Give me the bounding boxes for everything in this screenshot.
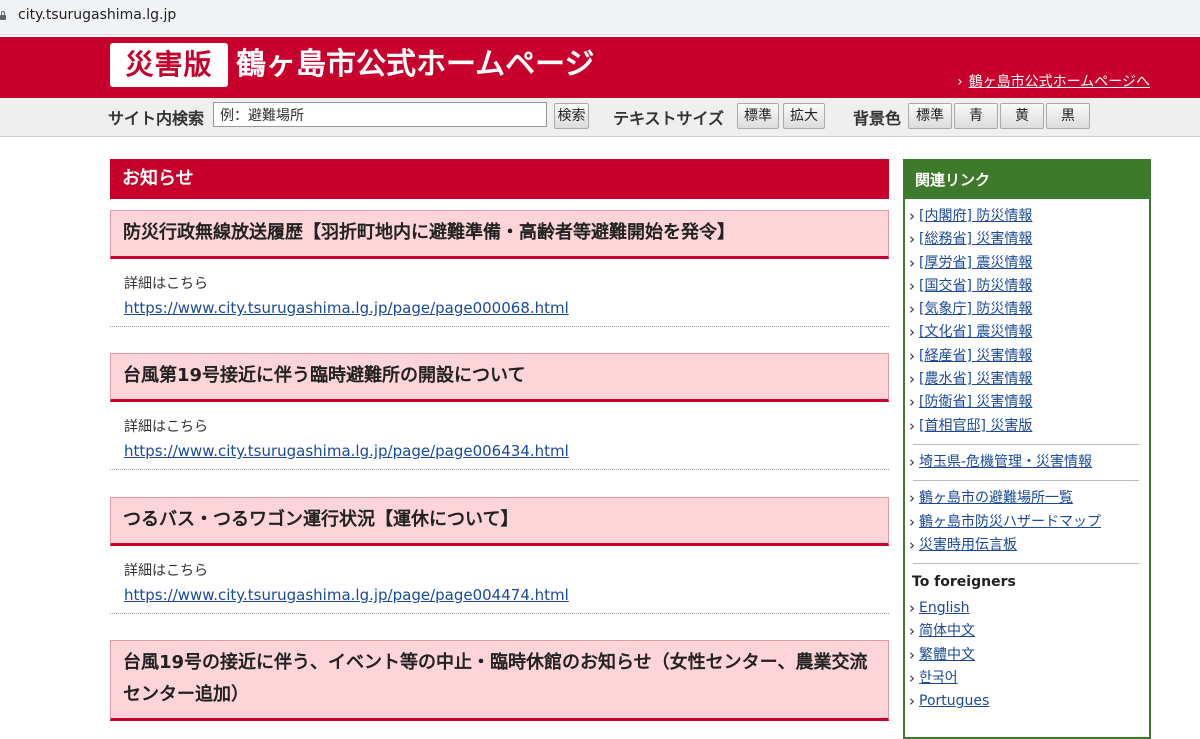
sidebar-link[interactable]: English (919, 600, 970, 616)
list-item: English (905, 597, 1149, 621)
list-item: 简体中文 (905, 620, 1149, 644)
bg-black-button[interactable]: 黒 (1046, 103, 1090, 129)
sidebar-link[interactable]: [経産省] 災害情報 (919, 348, 1032, 364)
sidebar-link[interactable]: [農水省] 災害情報 (919, 371, 1032, 387)
list-item: 한국어 (905, 667, 1149, 691)
divider (913, 563, 1139, 565)
text-size-label: テキストサイズ (613, 109, 725, 128)
list-item: Portugues (905, 690, 1149, 714)
pref-links-list: 埼玉県-危機管理・災害情報 (905, 451, 1149, 475)
divider (913, 480, 1139, 482)
news-title[interactable]: つるバス・つるワゴン運行状況【運休について】 (110, 497, 889, 546)
list-item: [首相官邸] 災害版 (905, 415, 1149, 439)
home-link-label: 鶴ヶ島市公式ホームページへ (968, 74, 1150, 90)
sidebar-link[interactable]: [文化省] 震災情報 (919, 324, 1032, 340)
sidebar-link[interactable]: [厚労省] 震災情報 (919, 255, 1032, 271)
list-item: [厚労省] 震災情報 (905, 252, 1149, 276)
list-item: [内閣府] 防災情報 (905, 205, 1149, 229)
list-item: [総務省] 災害情報 (905, 228, 1149, 252)
list-item: [国交省] 防災情報 (905, 275, 1149, 299)
list-item: [経産省] 災害情報 (905, 345, 1149, 369)
site-header: 災害版 鶴ヶ島市公式ホームページ › 鶴ヶ島市公式ホームページへ (0, 37, 1200, 98)
list-item: [農水省] 災害情報 (905, 368, 1149, 392)
foreign-links-list: English 简体中文 繁體中文 한국어 Portugues (905, 597, 1149, 714)
list-item: [文化省] 震災情報 (905, 321, 1149, 345)
site-title[interactable]: 鶴ヶ島市公式ホームページ (236, 43, 595, 87)
news-item: つるバス・つるワゴン運行状況【運休について】 詳細はこちら https://ww… (110, 497, 889, 614)
news-title[interactable]: 台風19号の接近に伴う、イベント等の中止・臨時休館のお知らせ（女性センター、農業… (110, 640, 889, 721)
search-input[interactable] (213, 102, 547, 127)
news-item: 台風第19号接近に伴う臨時避難所の開設について 詳細はこちら https://w… (110, 353, 889, 470)
text-size-large-button[interactable]: 拡大 (783, 103, 825, 129)
sidebar-link[interactable]: 鶴ヶ島市の避難場所一覧 (919, 490, 1073, 506)
city-links-list: 鶴ヶ島市の避難場所一覧 鶴ヶ島市防災ハザードマップ 災害時用伝言板 (905, 487, 1149, 557)
related-links-title: 関連リンク (905, 161, 1149, 199)
disaster-badge: 災害版 (110, 43, 228, 87)
divider (110, 326, 889, 327)
news-link[interactable]: https://www.city.tsurugashima.lg.jp/page… (124, 439, 889, 463)
toolbar: サイト内検索 検索 テキストサイズ 標準 拡大 背景色 標準 青 黄 黒 (0, 98, 1200, 137)
search-label: サイト内検索 (108, 109, 205, 128)
divider (913, 443, 1139, 445)
news-detail-label: 詳細はこちら (124, 419, 208, 435)
home-link[interactable]: › 鶴ヶ島市公式ホームページへ (957, 71, 1150, 91)
gov-links-list: [内閣府] 防災情報 [総務省] 災害情報 [厚労省] 震災情報 [国交省] 防… (905, 205, 1149, 438)
list-item: 鶴ヶ島市の避難場所一覧 (905, 487, 1149, 511)
news-item: 防災行政無線放送履歴【羽折町地内に避難準備・高齢者等避難開始を発令】 詳細はこち… (110, 210, 889, 327)
divider (110, 469, 889, 470)
notices-heading: お知らせ (110, 159, 889, 199)
sidebar-link[interactable]: [国交省] 防災情報 (919, 278, 1032, 294)
search-button[interactable]: 検索 (554, 103, 589, 129)
divider (110, 613, 889, 614)
list-item: 埼玉県-危機管理・災害情報 (905, 451, 1149, 475)
sidebar-link[interactable]: [気象庁] 防災情報 (919, 301, 1032, 317)
sidebar-link[interactable]: 简体中文 (919, 623, 975, 639)
news-detail-label: 詳細はこちら (124, 276, 208, 292)
sidebar-link[interactable]: [総務省] 災害情報 (919, 231, 1032, 247)
sidebar-link[interactable]: 鶴ヶ島市防災ハザードマップ (919, 514, 1101, 530)
list-item: 繁體中文 (905, 644, 1149, 668)
news-title[interactable]: 台風第19号接近に伴う臨時避難所の開設について (110, 353, 889, 402)
url-text[interactable]: city.tsurugashima.lg.jp (18, 7, 176, 23)
sidebar-link[interactable]: [防衛省] 災害情報 (919, 394, 1032, 410)
browser-address-bar[interactable]: city.tsurugashima.lg.jp (0, 0, 1200, 35)
sidebar-link[interactable]: 埼玉県-危機管理・災害情報 (919, 454, 1092, 470)
chevron-right-icon: › (957, 74, 963, 90)
list-item: 鶴ヶ島市防災ハザードマップ (905, 511, 1149, 535)
lock-icon (0, 11, 6, 20)
news-item: 台風19号の接近に伴う、イベント等の中止・臨時休館のお知らせ（女性センター、農業… (110, 640, 889, 721)
news-link[interactable]: https://www.city.tsurugashima.lg.jp/page… (124, 296, 889, 320)
text-size-standard-button[interactable]: 標準 (737, 103, 779, 129)
sidebar-link[interactable]: [内閣府] 防災情報 (919, 208, 1032, 224)
list-item: 災害時用伝言板 (905, 534, 1149, 558)
sidebar-link[interactable]: 繁體中文 (919, 647, 975, 663)
list-item: [防衛省] 災害情報 (905, 391, 1149, 415)
bg-standard-button[interactable]: 標準 (908, 103, 952, 129)
news-link[interactable]: https://www.city.tsurugashima.lg.jp/page… (124, 583, 889, 607)
sidebar-link[interactable]: 災害時用伝言板 (919, 537, 1017, 553)
bg-blue-button[interactable]: 青 (954, 103, 998, 129)
news-title[interactable]: 防災行政無線放送履歴【羽折町地内に避難準備・高齢者等避難開始を発令】 (110, 210, 889, 259)
list-item: [気象庁] 防災情報 (905, 298, 1149, 322)
related-links-panel: 関連リンク [内閣府] 防災情報 [総務省] 災害情報 [厚労省] 震災情報 [… (903, 159, 1151, 739)
foreigners-heading: To foreigners (912, 574, 1016, 591)
news-detail-label: 詳細はこちら (124, 563, 208, 579)
sidebar-link[interactable]: [首相官邸] 災害版 (919, 418, 1032, 434)
bg-yellow-button[interactable]: 黄 (1000, 103, 1044, 129)
sidebar-link[interactable]: Portugues (919, 693, 989, 709)
bg-color-label: 背景色 (853, 109, 902, 128)
sidebar-link[interactable]: 한국어 (919, 670, 958, 686)
